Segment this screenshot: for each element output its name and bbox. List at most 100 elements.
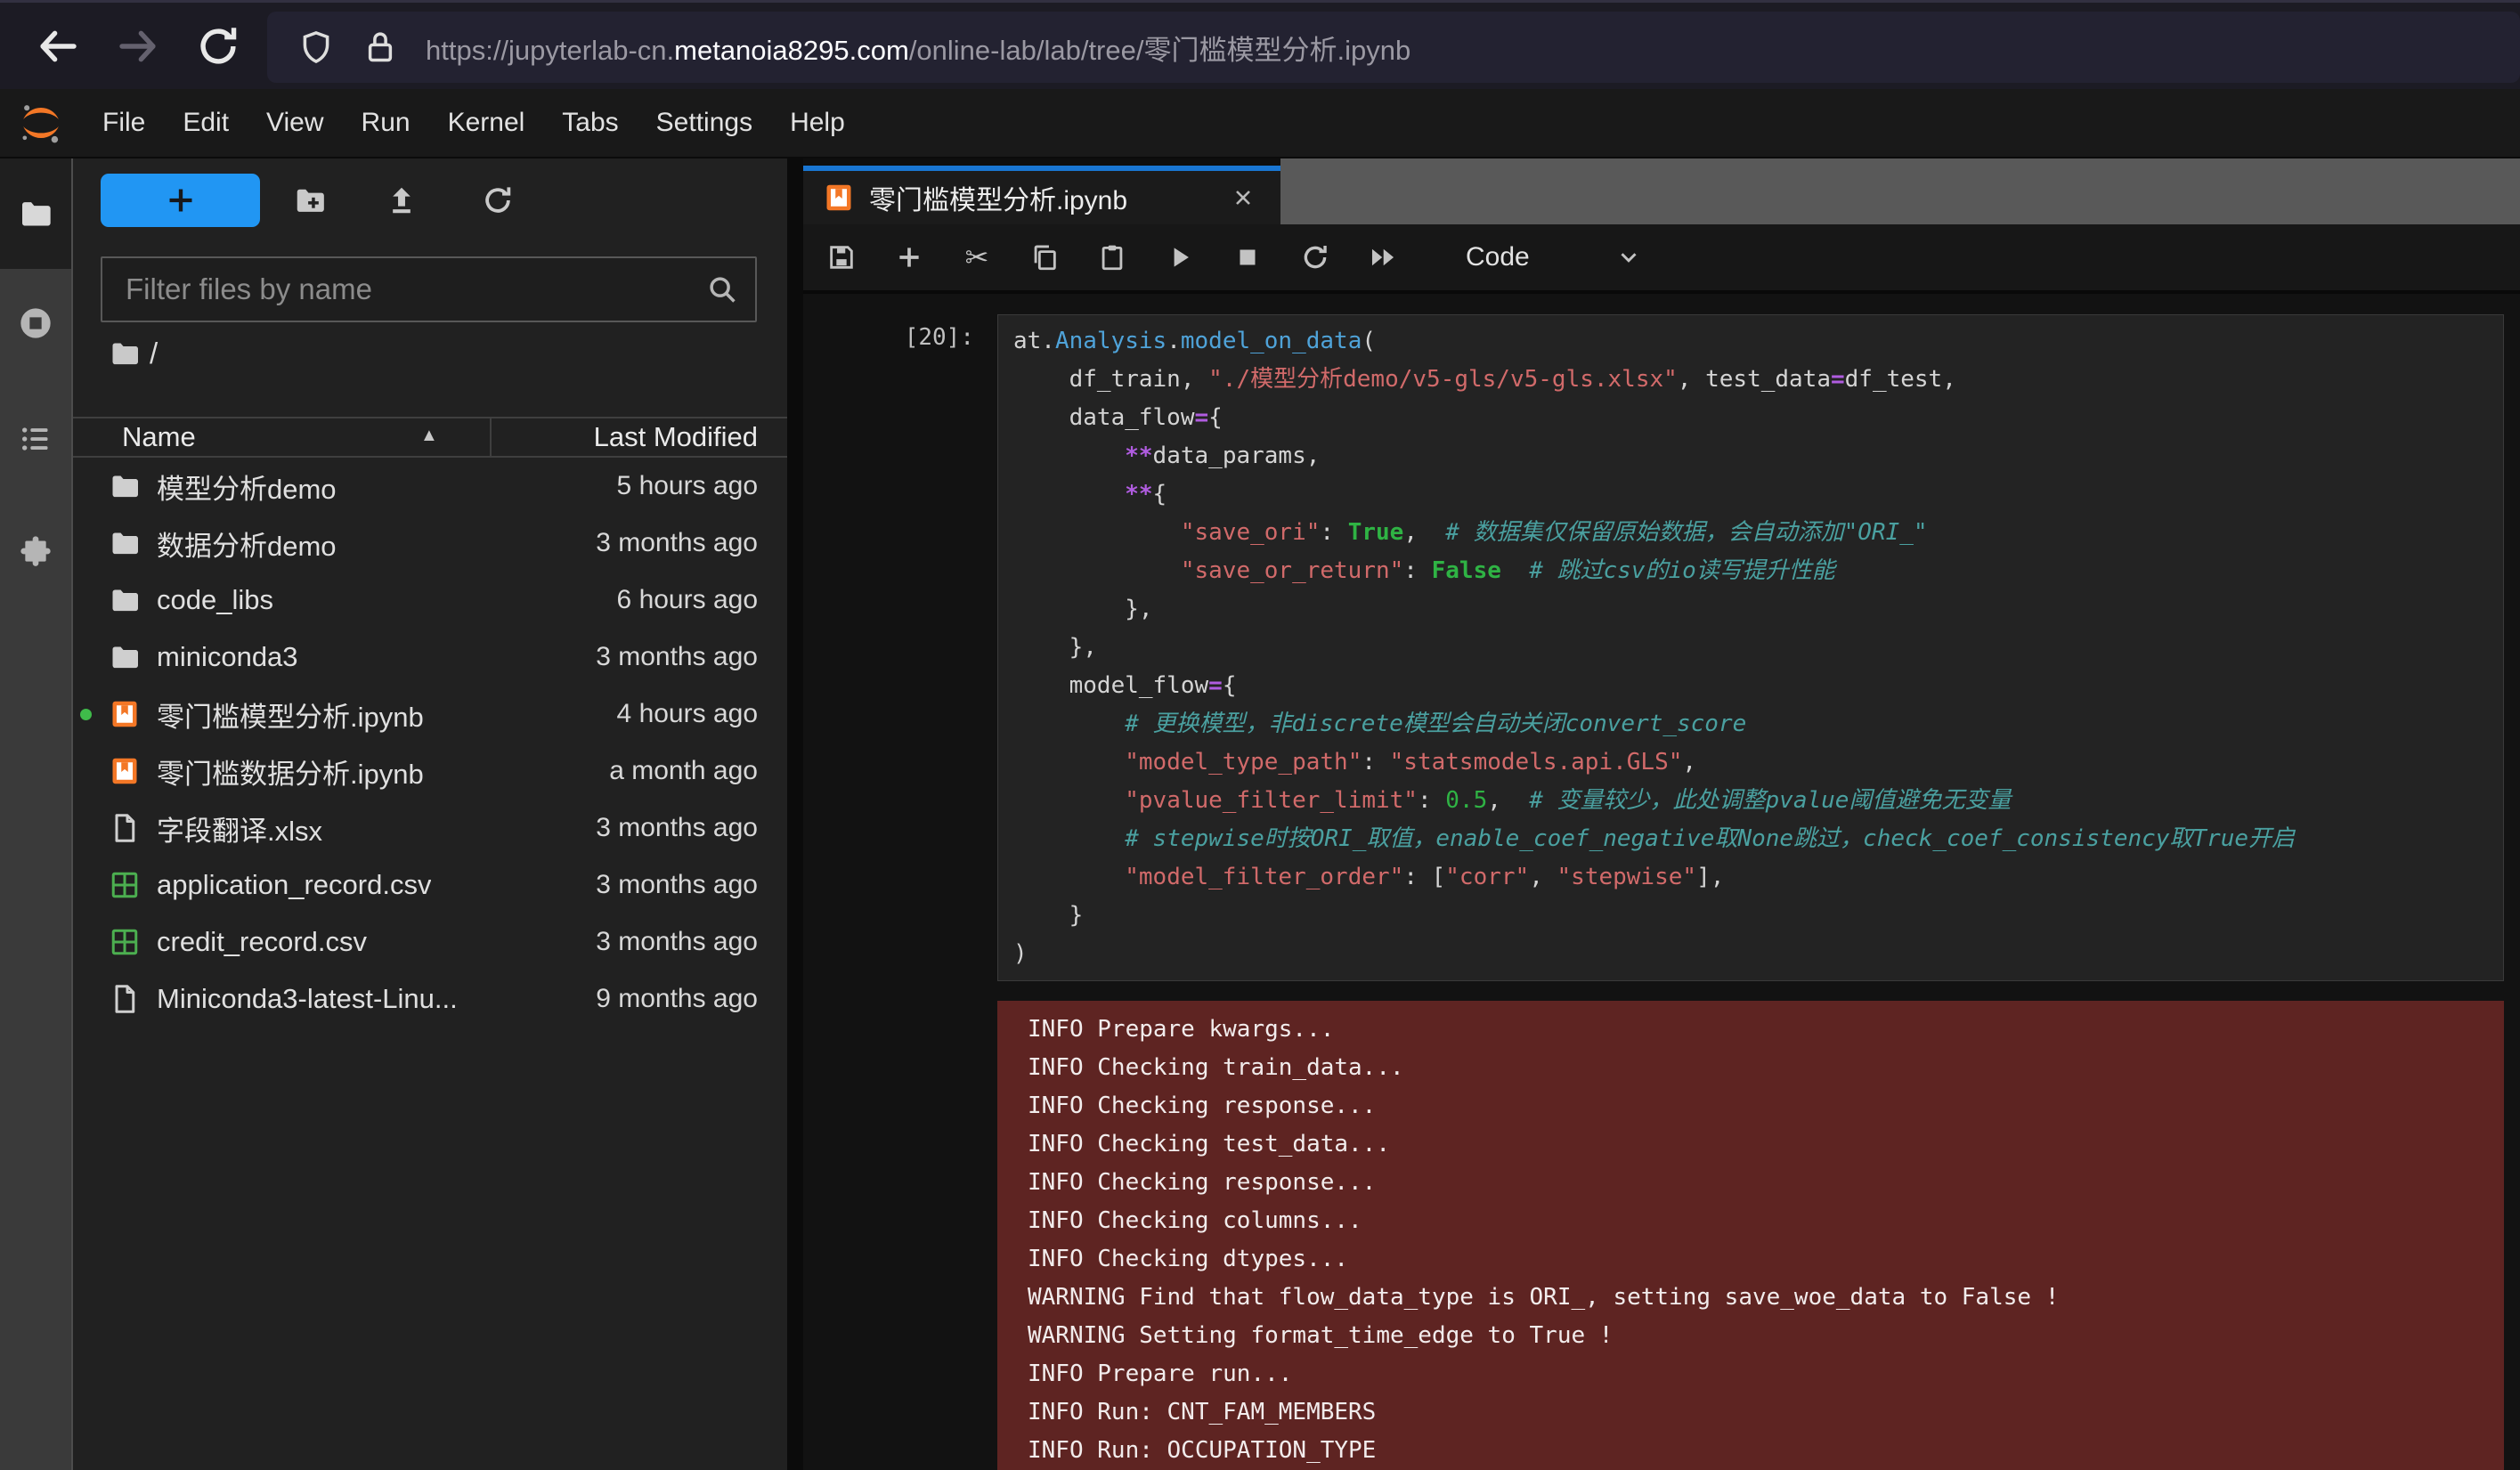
folder-icon: [109, 584, 141, 616]
filter-files-input[interactable]: [124, 272, 705, 307]
browser-reload-icon[interactable]: [194, 22, 242, 70]
code-editor[interactable]: at.Analysis.model_on_data( df_train, "./…: [997, 314, 2504, 981]
code-line: df_train, "./模型分析demo/v5-gls/v5-gls.xlsx…: [1013, 361, 2494, 399]
jupyterlab-browser-window: https://jupyterlab-cn.metanoia8295.com/o…: [0, 0, 2520, 1470]
https-lock-icon[interactable]: [362, 28, 399, 66]
file-modified-time: 3 months ago: [596, 528, 758, 558]
close-tab-icon[interactable]: [1231, 185, 1256, 210]
browser-back-icon[interactable]: [34, 22, 82, 70]
column-header-last-modified[interactable]: Last Modified: [594, 421, 758, 453]
chevron-down-icon[interactable]: [1615, 244, 1642, 271]
menu-kernel[interactable]: Kernel: [429, 108, 544, 138]
panel-split-handle[interactable]: [787, 158, 803, 1470]
tab-bar: 零门槛模型分析.ipynb: [803, 158, 2520, 224]
code-line: "save_ori": True, # 数据集仅保留原始数据，会自动添加"ORI…: [1013, 514, 2494, 552]
home-folder-icon[interactable]: [109, 337, 141, 370]
notebook-icon: [109, 755, 141, 787]
restart-kernel-button[interactable]: [1300, 242, 1330, 272]
code-line: },: [1013, 590, 2494, 629]
file-row[interactable]: 字段翻译.xlsx3 months ago: [73, 800, 787, 857]
sidebar-tab-table-of-contents[interactable]: [18, 421, 53, 457]
code-line: "model_type_path": "statsmodels.api.GLS"…: [1013, 743, 2494, 782]
sidebar-tab-file-browser[interactable]: [18, 196, 53, 231]
notebook-toolbar: ✂ Code: [803, 224, 2520, 294]
folder-icon: [109, 641, 141, 673]
log-line: INFO Checking dtypes...: [1028, 1240, 2486, 1279]
file-row[interactable]: miniconda33 months ago: [73, 629, 787, 686]
code-line: "save_or_return": False # 跳过csv的io读写提升性能: [1013, 552, 2494, 590]
search-icon: [705, 272, 739, 306]
jupyter-logo-icon: [16, 98, 66, 148]
browser-forward-icon[interactable]: [114, 22, 162, 70]
restart-run-all-button[interactable]: [1368, 242, 1398, 272]
file-modified-time: 5 hours ago: [617, 471, 758, 501]
url-text: https://jupyterlab-cn.metanoia8295.com/o…: [426, 28, 1410, 68]
menu-tabs[interactable]: Tabs: [543, 108, 637, 138]
copy-cells-button[interactable]: [1029, 242, 1060, 272]
sort-ascending-icon: ▲: [420, 426, 438, 446]
menu-help[interactable]: Help: [771, 108, 864, 138]
add-cell-button[interactable]: [894, 242, 924, 272]
column-header-name[interactable]: Name: [122, 421, 196, 453]
breadcrumb-root: /: [150, 337, 158, 370]
new-launcher-button[interactable]: [101, 174, 260, 227]
file-name: 数据分析demo: [157, 524, 337, 564]
menu-edit[interactable]: Edit: [164, 108, 248, 138]
menu-file[interactable]: File: [84, 108, 164, 138]
output-prompt: [803, 1001, 997, 1470]
menu-view[interactable]: View: [248, 108, 342, 138]
file-icon: [109, 812, 141, 844]
file-listing: 模型分析demo5 hours ago 数据分析demo 3 months ago c…: [73, 458, 787, 1027]
menu-run[interactable]: Run: [343, 108, 429, 138]
file-row[interactable]: 零门槛数据分析.ipynba month ago: [73, 743, 787, 800]
file-row[interactable]: application_record.csv3 months ago: [73, 857, 787, 914]
code-line: },: [1013, 629, 2494, 667]
cell-type-dropdown[interactable]: Code: [1466, 242, 1530, 272]
notebook-tab[interactable]: 零门槛模型分析.ipynb: [803, 166, 1280, 224]
address-bar[interactable]: https://jupyterlab-cn.metanoia8295.com/o…: [267, 12, 2520, 83]
folder-icon: [109, 470, 141, 502]
code-line: }: [1013, 897, 2494, 935]
stderr-output[interactable]: INFO Prepare kwargs...INFO Checking trai…: [997, 1001, 2504, 1470]
cut-cells-button[interactable]: ✂: [962, 242, 992, 272]
upload-button[interactable]: [385, 183, 419, 217]
refresh-file-list-button[interactable]: [481, 183, 515, 217]
file-row[interactable]: Miniconda3-latest-Linu...9 months ago: [73, 971, 787, 1027]
log-line: INFO Prepare kwargs...: [1028, 1011, 2486, 1049]
sidebar-tab-running-sessions[interactable]: [18, 305, 53, 341]
run-button[interactable]: [1165, 242, 1195, 272]
file-row[interactable]: code_libs6 hours ago: [73, 572, 787, 629]
log-line: WARNING Setting format_time_edge to True…: [1028, 1317, 2486, 1355]
column-divider: [490, 418, 492, 456]
browser-toolbar: https://jupyterlab-cn.metanoia8295.com/o…: [0, 0, 2520, 89]
plus-icon: [163, 183, 199, 218]
file-listing-header: Name ▲ Last Modified: [73, 417, 787, 458]
file-row[interactable]: 零门槛模型分析.ipynb4 hours ago: [73, 686, 787, 743]
log-line: INFO Run: CNT_FAM_MEMBERS: [1028, 1393, 2486, 1432]
code-cell: [20]: at.Analysis.model_on_data( df_trai…: [803, 294, 2520, 981]
breadcrumb[interactable]: /: [109, 337, 158, 370]
code-line: # 更换模型，非discrete模型会自动关闭convert_score: [1013, 705, 2494, 743]
file-row[interactable]: 数据分析demo 3 months ago: [73, 515, 787, 572]
interrupt-kernel-button[interactable]: [1232, 242, 1263, 272]
file-row[interactable]: 模型分析demo5 hours ago: [73, 458, 787, 515]
file-name: miniconda3: [157, 641, 298, 673]
filter-files-box: [101, 256, 757, 322]
code-line: ): [1013, 935, 2494, 973]
file-name: code_libs: [157, 584, 273, 616]
code-line: # stepwise时按ORI_取值，enable_coef_negative取…: [1013, 820, 2494, 858]
code-line: **{: [1013, 475, 2494, 514]
new-folder-button[interactable]: [293, 183, 327, 217]
menu-settings[interactable]: Settings: [638, 108, 771, 138]
notebook-icon: [823, 182, 855, 214]
tracking-protection-shield-icon[interactable]: [297, 28, 335, 66]
file-modified-time: 3 months ago: [596, 813, 758, 843]
file-row[interactable]: credit_record.csv3 months ago: [73, 914, 787, 971]
sidebar-tab-extensions[interactable]: [18, 534, 53, 570]
paste-cells-button[interactable]: [1097, 242, 1127, 272]
log-line: INFO Run: OCCUPATION_TYPE: [1028, 1432, 2486, 1470]
save-button[interactable]: [826, 242, 857, 272]
code-line: data_flow={: [1013, 399, 2494, 437]
tab-title: 零门槛模型分析.ipynb: [869, 178, 1127, 217]
url-domain: metanoia8295.com: [674, 35, 909, 66]
